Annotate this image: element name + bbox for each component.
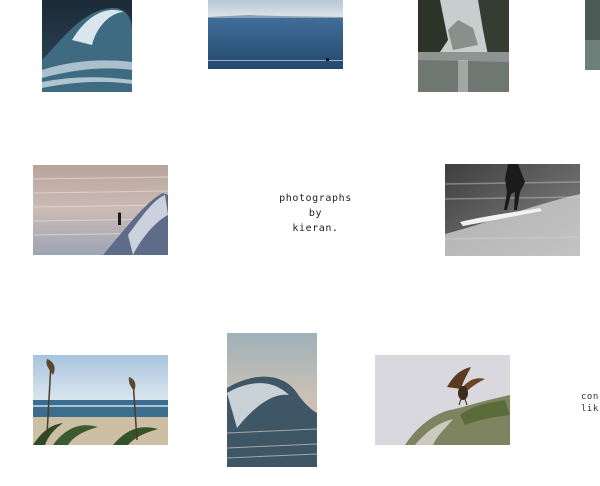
title-line-photographs: photographs — [279, 193, 352, 204]
photo-surfer-bw[interactable] — [445, 164, 580, 256]
side-text-partial[interactable]: con lik — [581, 391, 600, 415]
side-text-line-2: lik — [581, 404, 599, 414]
photo-surfer-motion-blur[interactable] — [33, 165, 168, 255]
photo-bird-landing[interactable] — [375, 355, 510, 445]
photo-beach-flax[interactable] — [33, 355, 168, 445]
title-line-by: by — [308, 208, 323, 219]
side-text-line-1: con — [581, 392, 599, 402]
title-line-kieran: kieran. — [292, 223, 339, 234]
photo-wave-pastel[interactable] — [227, 333, 317, 467]
photo-river-cliffs[interactable] — [418, 0, 509, 92]
site-title[interactable]: photographs by kieran. — [258, 191, 373, 236]
photo-edge-partial[interactable] — [585, 0, 600, 70]
photo-wave-barrel[interactable] — [42, 0, 132, 92]
photo-ocean-horizon[interactable] — [208, 0, 343, 69]
